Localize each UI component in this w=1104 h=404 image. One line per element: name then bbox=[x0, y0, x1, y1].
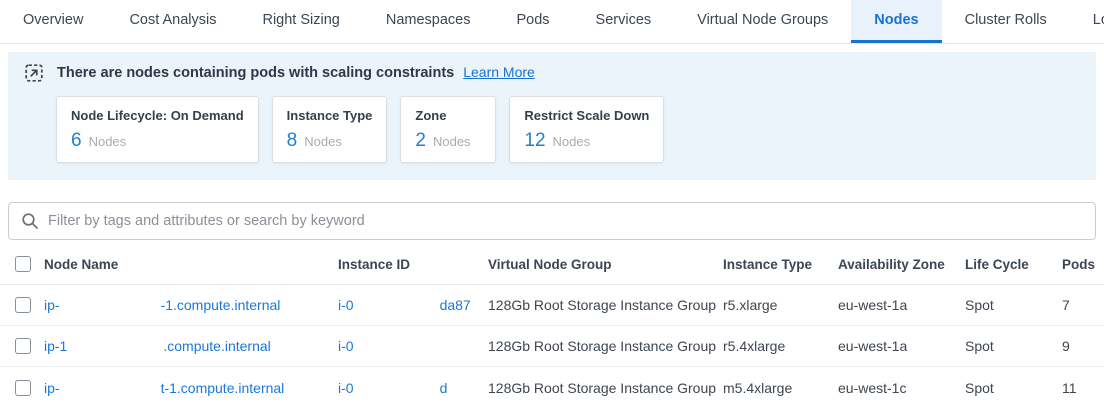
nodes-table: Node Name Instance ID Virtual Node Group… bbox=[0, 244, 1104, 404]
card-count: 12 bbox=[524, 130, 545, 152]
tab-right-sizing[interactable]: Right Sizing bbox=[239, 0, 362, 43]
banner-message: There are nodes containing pods with sca… bbox=[57, 65, 454, 81]
card-count: 2 bbox=[415, 130, 426, 152]
instance-type-cell: r5.4xlarge bbox=[723, 338, 838, 354]
tab-cluster-rolls[interactable]: Cluster Rolls bbox=[942, 0, 1070, 43]
constraint-summary-cards: Node Lifecycle: On Demand 6 Nodes Instan… bbox=[56, 96, 1080, 163]
column-header-pods: Pods bbox=[1062, 257, 1104, 272]
row-checkbox[interactable] bbox=[15, 297, 31, 313]
card-title: Zone bbox=[415, 108, 481, 123]
tab-bar: Overview Cost Analysis Right Sizing Name… bbox=[0, 0, 1104, 44]
card-unit: Nodes bbox=[553, 134, 591, 149]
instance-id-link[interactable]: i-0d bbox=[338, 380, 488, 396]
table-row: ip--1.compute.internal i-0da87 128Gb Roo… bbox=[0, 285, 1104, 326]
learn-more-link[interactable]: Learn More bbox=[463, 64, 535, 80]
scaling-constraints-icon bbox=[25, 64, 43, 82]
node-name-link[interactable]: ip-1.compute.internal bbox=[44, 338, 338, 354]
filter-search-bar[interactable] bbox=[8, 202, 1096, 240]
pods-count-cell: 7 bbox=[1062, 297, 1104, 313]
search-input[interactable] bbox=[48, 213, 1083, 229]
life-cycle-cell: Spot bbox=[965, 380, 1062, 396]
node-name-link[interactable]: ip-t-1.compute.internal bbox=[44, 380, 338, 396]
search-icon bbox=[21, 212, 39, 230]
tab-overview[interactable]: Overview bbox=[0, 0, 106, 43]
virtual-node-group-cell: 128Gb Root Storage Instance Group bbox=[488, 338, 723, 354]
instance-type-cell: m5.4xlarge bbox=[723, 380, 838, 396]
card-title: Restrict Scale Down bbox=[524, 108, 649, 123]
node-name-link[interactable]: ip--1.compute.internal bbox=[44, 297, 338, 313]
card-unit: Nodes bbox=[433, 134, 471, 149]
pods-count-cell: 9 bbox=[1062, 338, 1104, 354]
instance-id-link[interactable]: i-0 bbox=[338, 338, 488, 354]
tab-nodes[interactable]: Nodes bbox=[851, 0, 941, 43]
scaling-constraints-banner: There are nodes containing pods with sca… bbox=[8, 52, 1096, 180]
tab-virtual-node-groups[interactable]: Virtual Node Groups bbox=[674, 0, 851, 43]
life-cycle-cell: Spot bbox=[965, 338, 1062, 354]
life-cycle-cell: Spot bbox=[965, 297, 1062, 313]
row-checkbox[interactable] bbox=[15, 380, 31, 396]
virtual-node-group-cell: 128Gb Root Storage Instance Group bbox=[488, 380, 723, 396]
select-all-checkbox[interactable] bbox=[15, 256, 31, 272]
column-header-instance-type: Instance Type bbox=[723, 257, 838, 272]
column-header-life-cycle: Life Cycle bbox=[965, 257, 1062, 272]
card-zone[interactable]: Zone 2 Nodes bbox=[400, 96, 496, 163]
instance-type-cell: r5.xlarge bbox=[723, 297, 838, 313]
card-instance-type[interactable]: Instance Type 8 Nodes bbox=[272, 96, 388, 163]
row-checkbox[interactable] bbox=[15, 338, 31, 354]
card-node-lifecycle-on-demand[interactable]: Node Lifecycle: On Demand 6 Nodes bbox=[56, 96, 259, 163]
table-header-row: Node Name Instance ID Virtual Node Group… bbox=[0, 244, 1104, 285]
instance-id-link[interactable]: i-0da87 bbox=[338, 297, 488, 313]
card-unit: Nodes bbox=[89, 134, 127, 149]
column-header-node-name: Node Name bbox=[44, 257, 338, 272]
card-title: Instance Type bbox=[287, 108, 373, 123]
column-header-virtual-node-group: Virtual Node Group bbox=[488, 257, 723, 272]
column-header-availability-zone: Availability Zone bbox=[838, 257, 965, 272]
tab-namespaces[interactable]: Namespaces bbox=[363, 0, 494, 43]
card-count: 8 bbox=[287, 130, 298, 152]
availability-zone-cell: eu-west-1a bbox=[838, 297, 965, 313]
card-title: Node Lifecycle: On Demand bbox=[71, 108, 244, 123]
pods-count-cell: 11 bbox=[1062, 380, 1104, 396]
tab-services[interactable]: Services bbox=[573, 0, 675, 43]
card-count: 6 bbox=[71, 130, 82, 152]
table-row: ip-t-1.compute.internal i-0d 128Gb Root … bbox=[0, 367, 1104, 404]
tab-log[interactable]: Log bbox=[1070, 0, 1104, 43]
card-unit: Nodes bbox=[304, 134, 342, 149]
availability-zone-cell: eu-west-1a bbox=[838, 338, 965, 354]
tab-cost-analysis[interactable]: Cost Analysis bbox=[106, 0, 239, 43]
card-restrict-scale-down[interactable]: Restrict Scale Down 12 Nodes bbox=[509, 96, 664, 163]
column-header-instance-id: Instance ID bbox=[338, 257, 488, 272]
virtual-node-group-cell: 128Gb Root Storage Instance Group bbox=[488, 297, 723, 313]
table-row: ip-1.compute.internal i-0 128Gb Root Sto… bbox=[0, 326, 1104, 367]
availability-zone-cell: eu-west-1c bbox=[838, 380, 965, 396]
tab-pods[interactable]: Pods bbox=[493, 0, 572, 43]
